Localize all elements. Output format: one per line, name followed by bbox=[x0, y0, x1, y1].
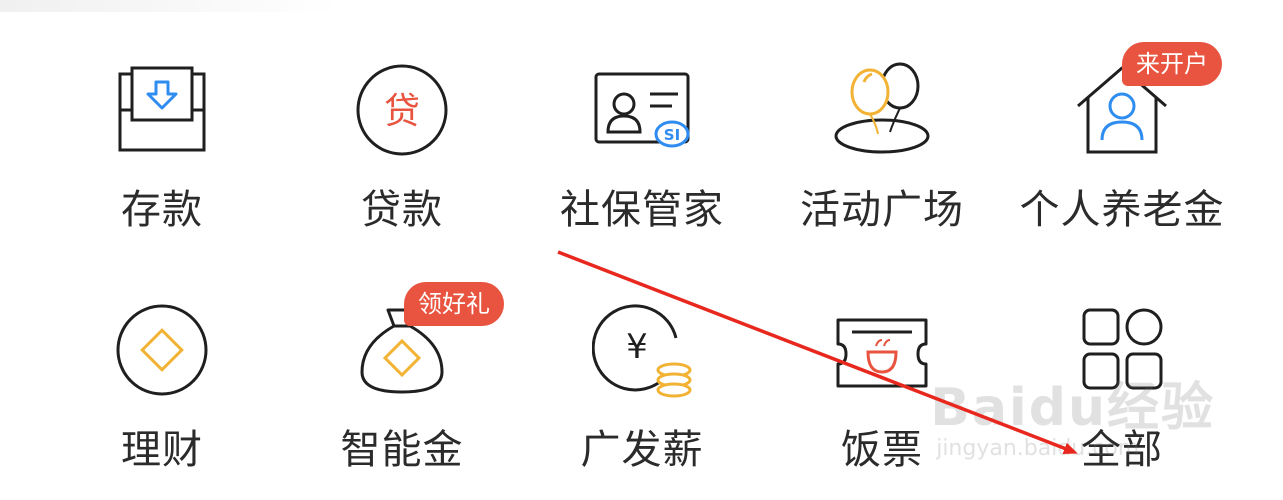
service-label: 理财 bbox=[121, 427, 203, 473]
service-item-smart-gold[interactable]: 智能金 bbox=[282, 0, 522, 473]
yen-coins-icon: ¥ bbox=[592, 300, 692, 400]
meal-ticket-icon bbox=[832, 300, 932, 400]
service-item-meal-ticket[interactable]: 饭票 bbox=[762, 0, 1002, 473]
service-item-payroll[interactable]: ¥ 广发薪 bbox=[522, 0, 762, 473]
all-apps-grid-icon bbox=[1072, 300, 1172, 400]
diamond-circle-icon bbox=[112, 300, 212, 400]
service-label: 全部 bbox=[1081, 427, 1163, 473]
badge-gift: 领好礼 bbox=[404, 282, 504, 326]
service-label: 广发薪 bbox=[580, 427, 704, 473]
service-label: 智能金 bbox=[340, 427, 464, 473]
service-item-all[interactable]: 全部 bbox=[1002, 0, 1242, 473]
service-grid: 存款 贷 贷款 SI 社保管家 活动广场 个人养老金 理财 智能金 ¥ 广发薪 … bbox=[42, 0, 1242, 500]
service-label: 饭票 bbox=[841, 427, 923, 473]
badge-open-account: 来开户 bbox=[1122, 42, 1222, 86]
service-item-wealth[interactable]: 理财 bbox=[42, 0, 282, 473]
svg-text:¥: ¥ bbox=[626, 327, 648, 367]
